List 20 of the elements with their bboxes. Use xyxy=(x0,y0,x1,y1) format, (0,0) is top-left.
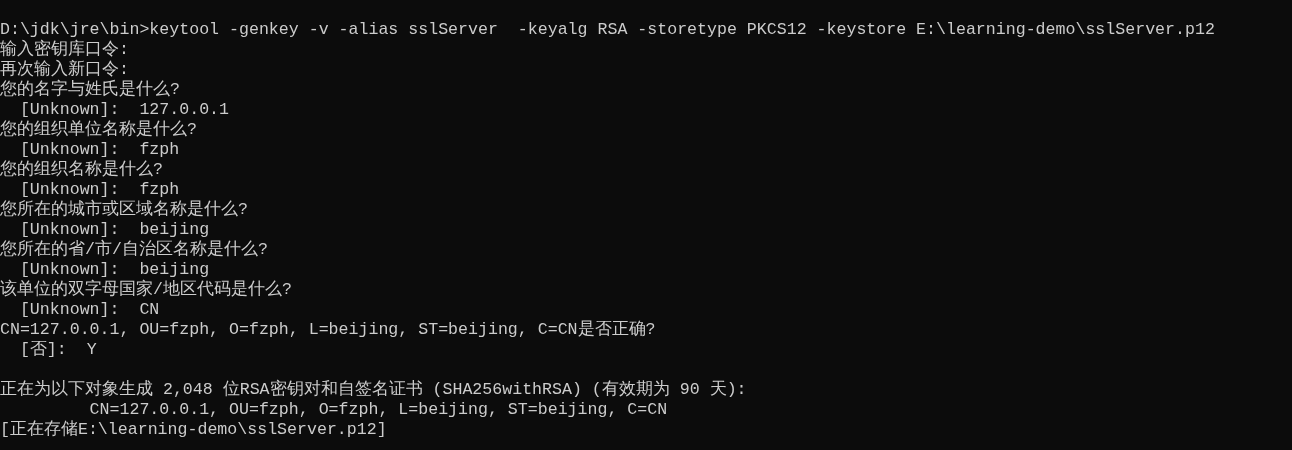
console-line: [正在存储E:\learning-demo\sslServer.p12] xyxy=(0,420,387,440)
console-line: 该单位的双字母国家/地区代码是什么? xyxy=(0,280,292,300)
console-line: 您的组织名称是什么? xyxy=(0,160,163,180)
console-line: 输入密钥库口令: xyxy=(0,40,129,60)
console-line: CN=127.0.0.1, OU=fzph, O=fzph, L=beijing, ST=beijing, C=CN xyxy=(88,400,668,420)
console-line: 您的组织单位名称是什么? xyxy=(0,120,197,140)
console-line: 您所在的城市或区域名称是什么? xyxy=(0,200,248,220)
console-line: 正在为以下对象生成 2,048 位RSA密钥对和自签名证书 (SHA256withRSA) (有效期为 90 天): xyxy=(0,380,747,400)
console-line: 再次输入新口令: xyxy=(0,60,129,79)
console-line: 您的名字与姓氏是什么? xyxy=(0,80,180,100)
console-line: [否]: Y xyxy=(18,340,97,360)
console-line: [Unknown]: fzph xyxy=(18,140,180,160)
console-line: [Unknown]: CN xyxy=(18,300,160,320)
console-line: [Unknown]: fzph xyxy=(18,180,180,199)
console-line: CN=127.0.0.1, OU=fzph, O=fzph, L=beijing, ST=beijing, C=CN是否正确? xyxy=(0,320,656,340)
console-line: 您所在的省/市/自治区名称是什么? xyxy=(0,240,268,260)
console-line: [Unknown]: 127.0.0.1 xyxy=(18,100,230,120)
console-line: [Unknown]: beijing xyxy=(18,260,210,279)
console-line: D:\jdk\jre\bin>keytool -genkey -v -alias sslServer -keyalg RSA -storetype PKCS12 -keystore E:\learning-demo\sslServer.p12 xyxy=(0,20,1215,39)
console-line: [Unknown]: beijing xyxy=(18,220,210,239)
